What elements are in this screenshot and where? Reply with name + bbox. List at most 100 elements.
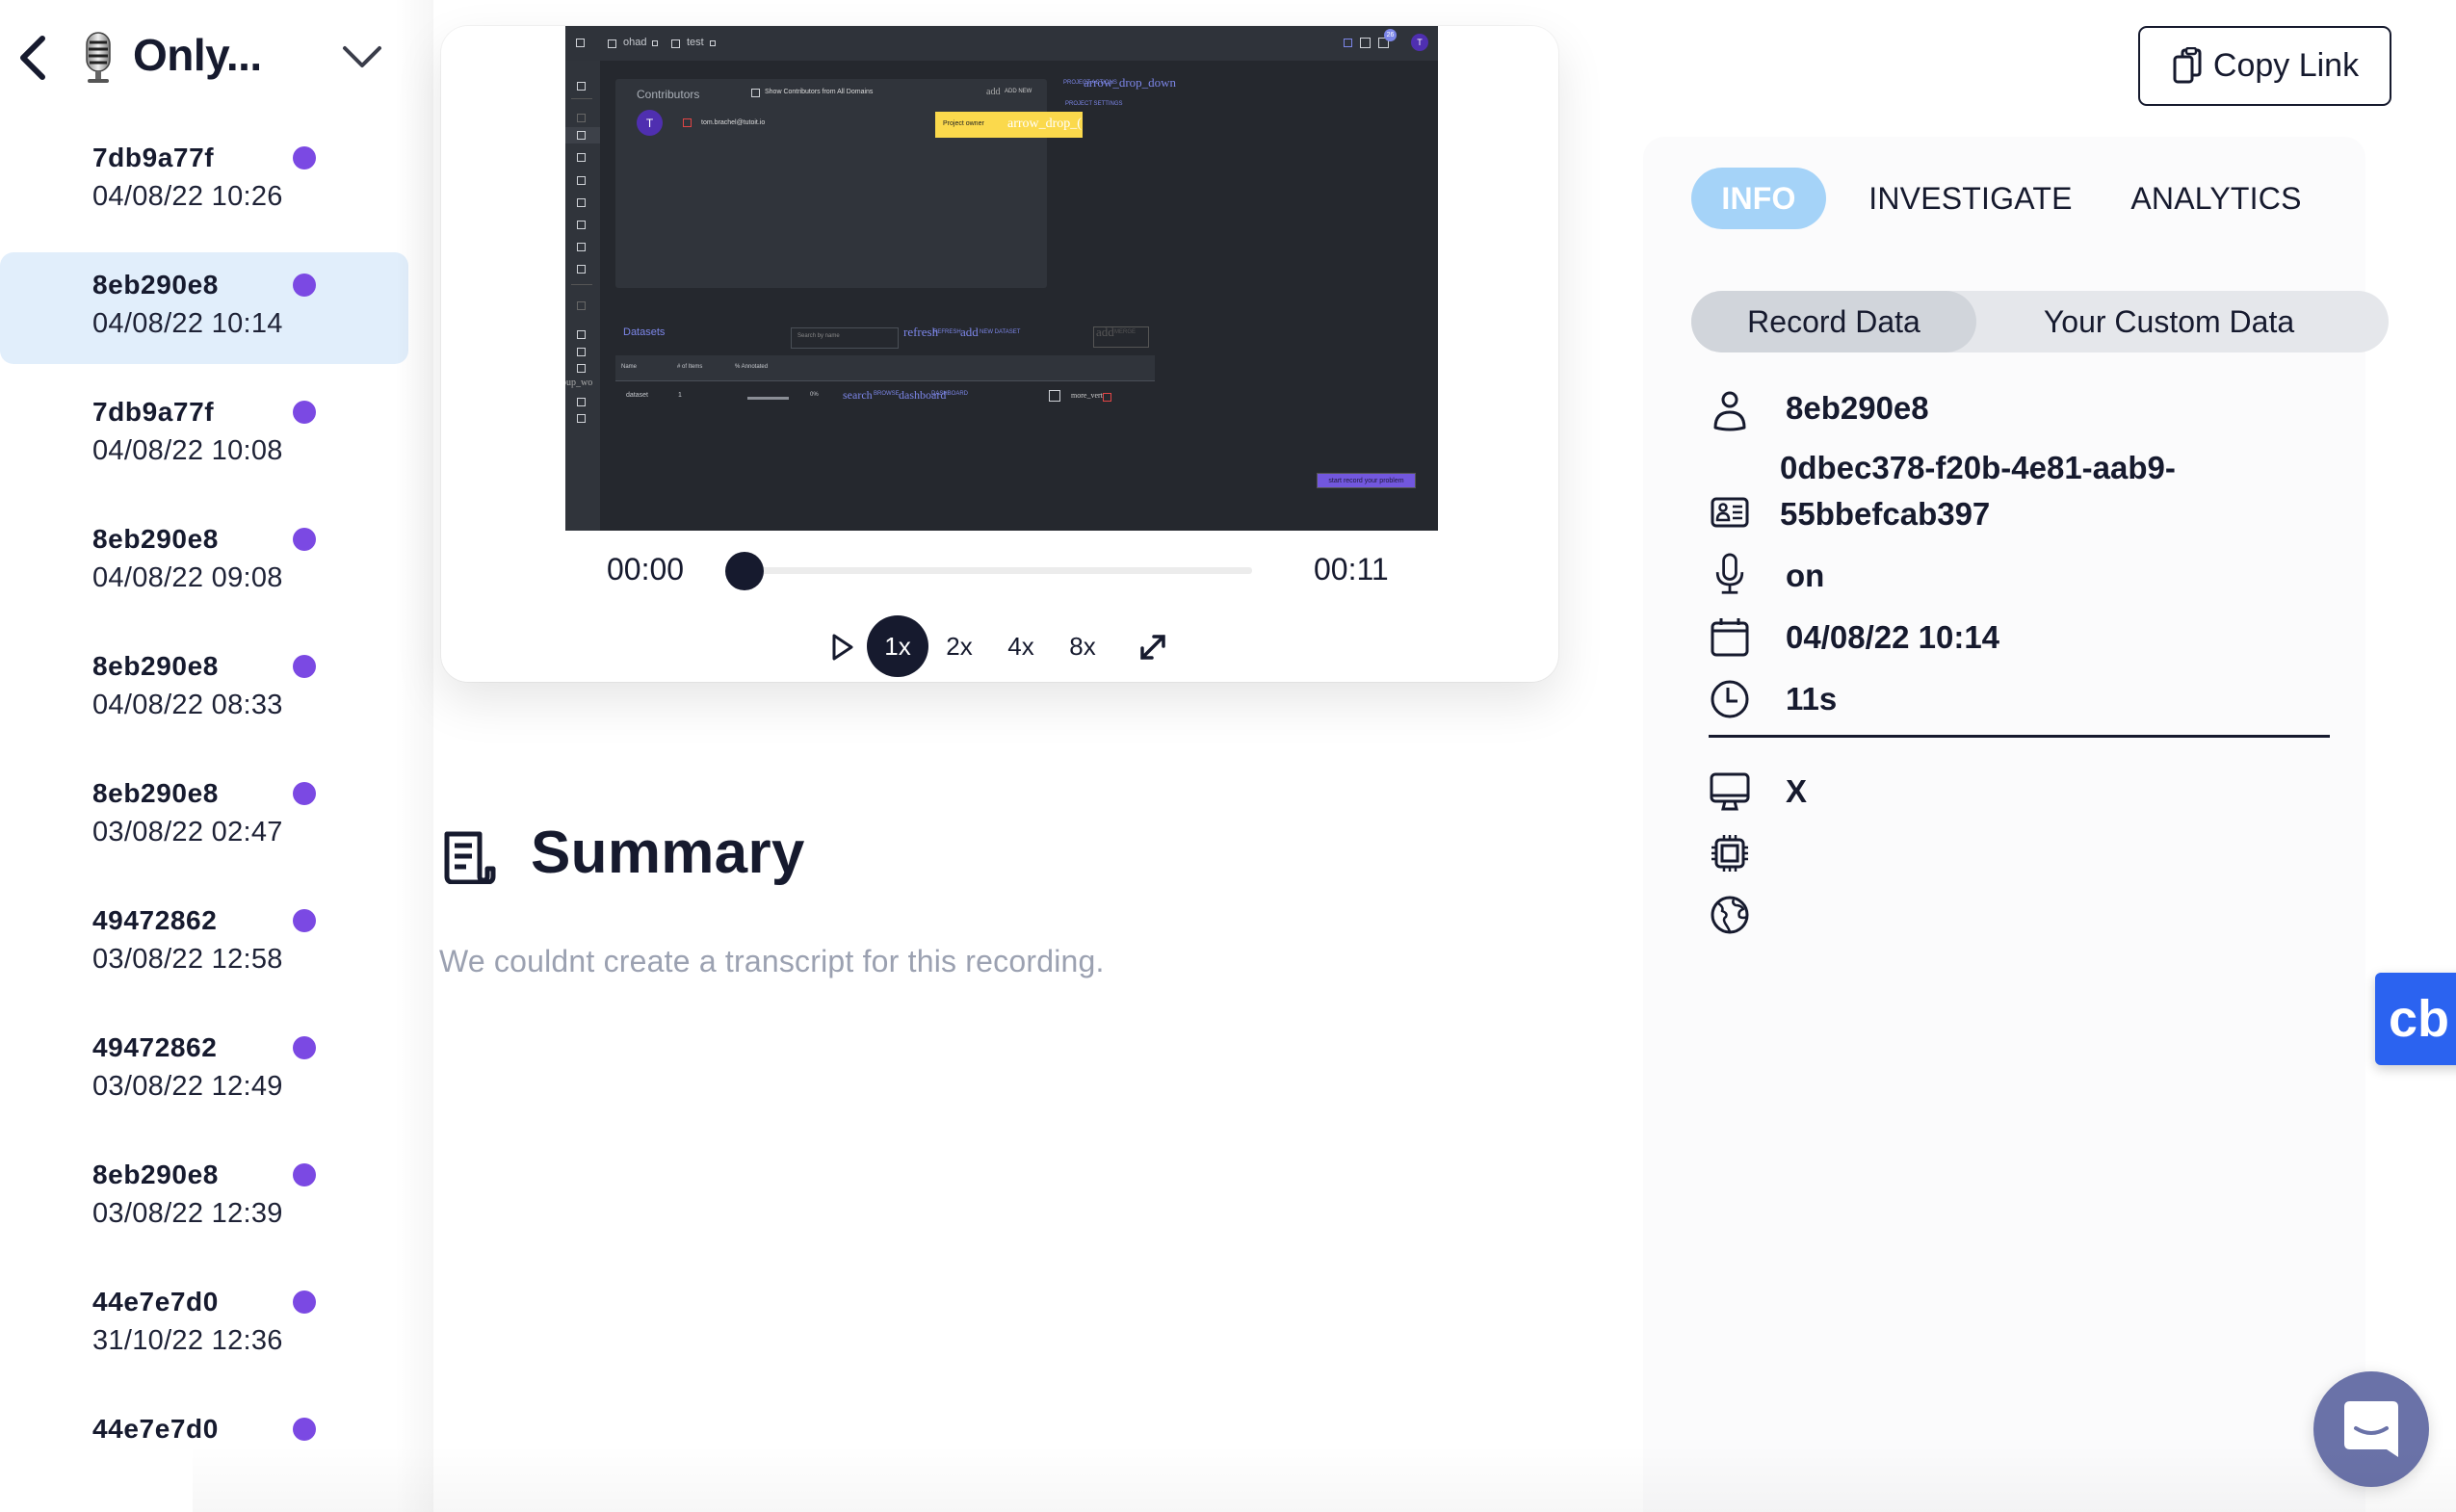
recording-date: 03/08/22 02:47	[92, 817, 283, 847]
speed-2x-button[interactable]: 2x	[928, 615, 990, 677]
recording-date: 03/08/22 12:49	[92, 1071, 283, 1102]
recording-list-item[interactable]: 44e7e7d031/10/22 12:34	[0, 1396, 408, 1448]
recording-duration: 11s	[1786, 681, 1838, 717]
session-id-line2: 55bbefcab397	[1780, 496, 1991, 532]
microphone-icon	[1715, 553, 1744, 594]
dataset-search: Search by name	[791, 327, 899, 349]
project-title: Only...	[133, 30, 262, 80]
clock-icon	[1711, 680, 1749, 718]
id-card-icon	[1711, 497, 1749, 528]
microphone-status: on	[1786, 558, 1825, 593]
recording-date: 04/08/22 10:26	[92, 181, 283, 212]
user-icon	[1713, 391, 1746, 431]
playback-controls: 1x 2x 4x 8x	[441, 615, 1558, 679]
status-dot	[293, 528, 316, 551]
details-panel: INFO INVESTIGATE ANALYTICS Record Data Y…	[1643, 137, 2389, 1512]
tab-analytics[interactable]: ANALYTICS	[2105, 168, 2327, 229]
status-dot	[293, 1036, 316, 1059]
custom-data-option[interactable]: Your Custom Data	[1976, 291, 2362, 352]
recording-user-id: 8eb290e8	[92, 270, 219, 300]
summary-text: We couldnt create a transcript for this …	[439, 944, 1105, 978]
clipboard-icon	[2173, 46, 2202, 83]
annotated-progress	[747, 397, 789, 400]
chevron-down-icon[interactable]	[339, 37, 385, 79]
tab-icon	[671, 39, 680, 48]
seek-bar[interactable]	[745, 567, 1252, 574]
recording-user-id: 49472862	[92, 905, 218, 935]
recording-viewport[interactable]: ohad test 26 T up_wo Contributors Show C…	[565, 26, 1438, 531]
recording-date: 03/08/22 12:58	[92, 944, 283, 975]
recording-date: 04/08/22 08:33	[92, 690, 283, 720]
globe-icon	[1711, 896, 1749, 934]
tab-info[interactable]: INFO	[1691, 168, 1826, 229]
role-select: Project owner arrow_drop_(	[935, 112, 1083, 138]
speed-4x-button[interactable]: 4x	[990, 615, 1052, 677]
recording-user-id: 44e7e7d0	[92, 1287, 219, 1316]
speed-1x-button[interactable]: 1x	[867, 615, 928, 677]
recording-list-item[interactable]: 7db9a77f 04/08/22 10:08	[0, 379, 408, 491]
record-data-option[interactable]: Record Data	[1691, 291, 1976, 352]
total-time: 00:11	[1314, 552, 1389, 587]
video-player: ohad test 26 T up_wo Contributors Show C…	[441, 26, 1558, 682]
recording-user-id: 44e7e7d0	[92, 1414, 219, 1444]
status-dot	[293, 274, 316, 297]
recording-date: 03/08/22 12:39	[92, 1198, 283, 1229]
datasets-title: Datasets	[623, 326, 666, 338]
operating-system: X	[1786, 773, 1808, 809]
cb-widget-button[interactable]: cb	[2375, 973, 2456, 1065]
recording-user-id: 8eb290e8	[92, 651, 219, 681]
recording-user-id: 7db9a77f	[92, 397, 215, 427]
checkbox	[1049, 390, 1060, 402]
recording-list-item[interactable]: 8eb290e8 04/08/22 09:08	[0, 507, 408, 618]
recording-user-id: 8eb290e8	[92, 524, 219, 554]
contributors-card: Contributors Show Contributors from All …	[615, 79, 1083, 288]
status-dot	[293, 909, 316, 932]
session-id-line1: 0dbec378-f20b-4e81-aab9-	[1780, 450, 2176, 485]
tab-icon	[608, 39, 616, 48]
start-record-button: start record your problem	[1317, 473, 1416, 488]
recordings-list: 7db9a77f 04/08/22 10:26 8eb290e8 04/08/22 1…	[0, 117, 408, 1448]
recording-list-item[interactable]: 49472862 03/08/22 12:49	[0, 1015, 408, 1127]
chat-support-button[interactable]	[2313, 1371, 2429, 1487]
user-id: 8eb290e8	[1786, 390, 1929, 426]
recording-list-item[interactable]: 7db9a77f 04/08/22 10:26	[0, 125, 408, 237]
recording-list-item[interactable]: 49472862 03/08/22 12:58	[0, 888, 408, 1000]
recording-list-item[interactable]: 44e7e7d0 31/10/22 12:36	[0, 1269, 408, 1381]
studio-microphone-icon	[86, 32, 111, 83]
chat-bubble-icon	[2344, 1401, 2398, 1457]
recording-user-id: 49472862	[92, 1032, 218, 1062]
window-icon	[1360, 38, 1371, 48]
play-icon[interactable]	[830, 633, 855, 662]
current-time: 00:00	[607, 552, 685, 587]
user-avatar: T	[1411, 34, 1428, 51]
status-dot	[293, 782, 316, 805]
recorded-tab-ohad: ohad	[623, 37, 647, 48]
notification-badge: 26	[1384, 29, 1397, 41]
recording-list-item[interactable]: 8eb290e8 03/08/22 12:39	[0, 1142, 408, 1254]
summary-title: Summary	[531, 820, 805, 886]
copy-link-label: Copy Link	[2212, 47, 2360, 84]
info-divider	[1709, 735, 2330, 738]
recording-date: 04/08/22 10:14	[92, 308, 283, 339]
checkbox	[751, 89, 760, 97]
recording-list-item[interactable]: 8eb290e8 04/08/22 10:14	[0, 252, 408, 364]
recording-user-id: 8eb290e8	[92, 1160, 219, 1189]
fullscreen-icon[interactable]	[1137, 631, 1169, 664]
calendar-icon	[1711, 618, 1749, 657]
data-source-toggle: Record Data Your Custom Data	[1691, 291, 2389, 352]
status-dot	[293, 1290, 316, 1314]
seek-handle[interactable]	[725, 552, 764, 590]
copy-link-button[interactable]: Copy Link	[2138, 26, 2391, 106]
speed-8x-button[interactable]: 8x	[1052, 615, 1113, 677]
monitor-icon	[1710, 772, 1750, 811]
status-dot	[293, 1418, 316, 1441]
tab-investigate[interactable]: INVESTIGATE	[1855, 168, 2086, 229]
checkbox	[683, 118, 692, 127]
status-dot	[293, 401, 316, 424]
status-dot	[293, 1163, 316, 1186]
recording-user-id: 7db9a77f	[92, 143, 215, 172]
tab-close-icon	[652, 40, 658, 46]
back-arrow-icon[interactable]	[13, 31, 52, 85]
recording-list-item[interactable]: 8eb290e8 04/08/22 08:33	[0, 634, 408, 745]
recording-list-item[interactable]: 8eb290e8 03/08/22 02:47	[0, 761, 408, 873]
